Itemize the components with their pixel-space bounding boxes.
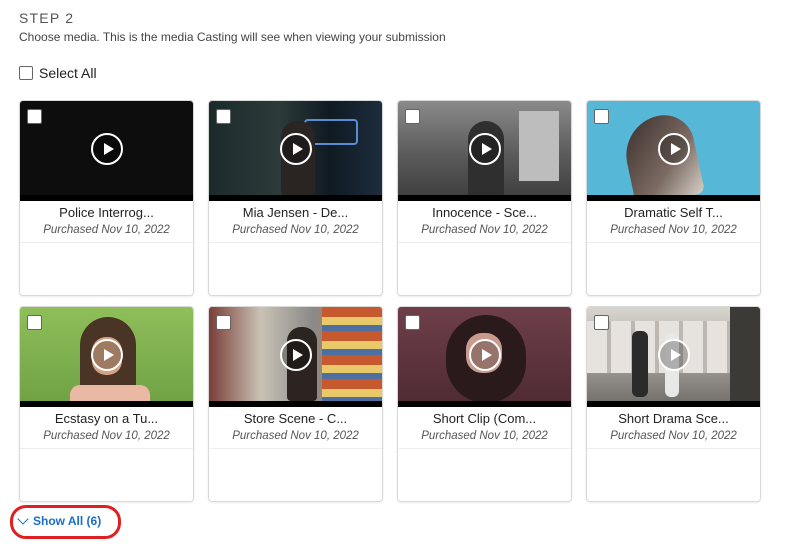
media-card[interactable]: Short Drama Sce... Purchased Nov 10, 202… <box>586 306 761 502</box>
media-title: Mia Jensen - De... <box>242 205 349 220</box>
media-date: Purchased Nov 10, 2022 <box>209 224 382 243</box>
media-date: Purchased Nov 10, 2022 <box>398 430 571 449</box>
media-checkbox[interactable] <box>405 315 420 330</box>
video-thumbnail[interactable] <box>20 307 193 407</box>
video-thumbnail[interactable] <box>587 307 760 407</box>
media-card[interactable]: Store Scene - C... Purchased Nov 10, 202… <box>208 306 383 502</box>
media-title: Short Clip (Com... <box>432 411 537 426</box>
play-icon[interactable] <box>279 133 312 165</box>
play-icon[interactable] <box>90 339 123 371</box>
media-title: Police Interrog... <box>59 205 154 220</box>
step-description: Choose media. This is the media Casting … <box>19 30 446 44</box>
media-date: Purchased Nov 10, 2022 <box>398 224 571 243</box>
media-date: Purchased Nov 10, 2022 <box>20 430 193 449</box>
select-all-label: Select All <box>39 65 97 81</box>
video-thumbnail[interactable] <box>398 307 571 407</box>
play-icon[interactable] <box>279 339 312 371</box>
media-card[interactable]: Police Interrog... Purchased Nov 10, 202… <box>19 100 194 296</box>
chevron-down-icon <box>17 513 29 525</box>
media-title: Short Drama Sce... <box>618 411 729 426</box>
media-date: Purchased Nov 10, 2022 <box>209 430 382 449</box>
select-all-checkbox[interactable] <box>19 66 33 80</box>
media-checkbox[interactable] <box>594 315 609 330</box>
media-grid: Police Interrog... Purchased Nov 10, 202… <box>19 100 761 502</box>
media-checkbox[interactable] <box>405 109 420 124</box>
media-checkbox[interactable] <box>216 315 231 330</box>
video-thumbnail[interactable] <box>587 101 760 201</box>
media-title: Dramatic Self T... <box>624 205 723 220</box>
play-icon[interactable] <box>657 133 690 165</box>
media-card[interactable]: Dramatic Self T... Purchased Nov 10, 202… <box>586 100 761 296</box>
media-date: Purchased Nov 10, 2022 <box>20 224 193 243</box>
media-title: Innocence - Sce... <box>432 205 537 220</box>
video-thumbnail[interactable] <box>209 307 382 407</box>
media-checkbox[interactable] <box>594 109 609 124</box>
media-card[interactable]: Short Clip (Com... Purchased Nov 10, 202… <box>397 306 572 502</box>
media-date: Purchased Nov 10, 2022 <box>587 224 760 243</box>
media-card[interactable]: Mia Jensen - De... Purchased Nov 10, 202… <box>208 100 383 296</box>
play-icon[interactable] <box>468 339 501 371</box>
video-thumbnail[interactable] <box>398 101 571 201</box>
play-icon[interactable] <box>90 133 123 165</box>
show-all-label: Show All (6) <box>33 514 102 528</box>
video-thumbnail[interactable] <box>20 101 193 201</box>
show-all-link[interactable]: Show All (6) <box>17 513 102 528</box>
play-icon[interactable] <box>657 339 690 371</box>
media-title: Store Scene - C... <box>243 411 348 426</box>
step-title: STEP 2 <box>19 10 75 26</box>
media-date: Purchased Nov 10, 2022 <box>587 430 760 449</box>
media-title: Ecstasy on a Tu... <box>54 411 159 426</box>
video-thumbnail[interactable] <box>209 101 382 201</box>
select-all[interactable]: Select All <box>19 65 97 81</box>
play-icon[interactable] <box>468 133 501 165</box>
media-checkbox[interactable] <box>27 315 42 330</box>
media-checkbox[interactable] <box>27 109 42 124</box>
media-card[interactable]: Innocence - Sce... Purchased Nov 10, 202… <box>397 100 572 296</box>
media-checkbox[interactable] <box>216 109 231 124</box>
media-card[interactable]: Ecstasy on a Tu... Purchased Nov 10, 202… <box>19 306 194 502</box>
